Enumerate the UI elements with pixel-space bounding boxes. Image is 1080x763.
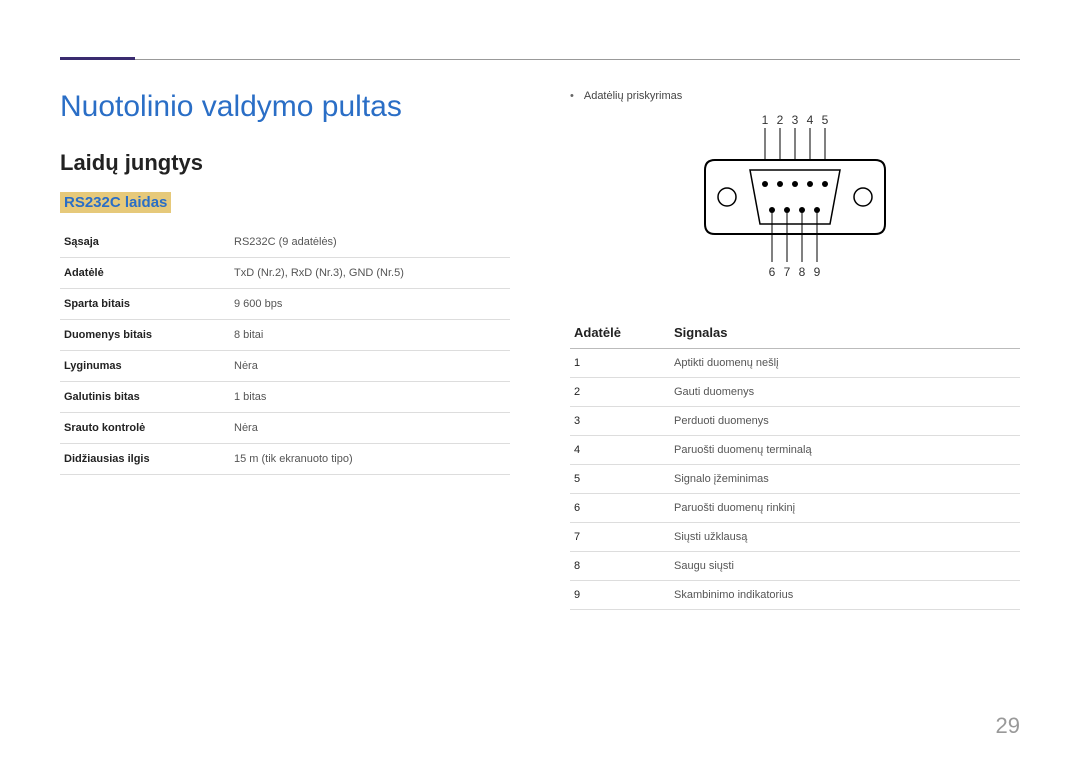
spec-row: Sparta bitais9 600 bps xyxy=(60,289,510,320)
page-title: Nuotolinio valdymo pultas xyxy=(60,90,510,124)
spec-label: Galutinis bitas xyxy=(60,382,230,413)
pin-row: 9Skambinimo indikatorius xyxy=(570,581,1020,610)
connector-diagram: 1 2 3 4 5 xyxy=(570,112,1020,287)
spec-value: 15 m (tik ekranuoto tipo) xyxy=(230,444,510,475)
pin-num-top: 3 xyxy=(792,113,799,127)
pin-num-top: 2 xyxy=(777,113,784,127)
pin-signal: Skambinimo indikatorius xyxy=(670,581,1020,610)
spec-label: Sparta bitais xyxy=(60,289,230,320)
assignment-label: Adatėlių priskyrimas xyxy=(570,90,1020,102)
pin-row: 7Siųsti užklausą xyxy=(570,523,1020,552)
subsection-title: RS232C laidas xyxy=(60,192,171,213)
pin-row: 4Paruošti duomenų terminalą xyxy=(570,436,1020,465)
spec-value: RS232C (9 adatėlės) xyxy=(230,227,510,258)
pin-num-top: 4 xyxy=(807,113,814,127)
pin-num-bottom: 9 xyxy=(814,265,821,279)
spec-row: Didžiausias ilgis15 m (tik ekranuoto tip… xyxy=(60,444,510,475)
pin-number: 8 xyxy=(570,552,670,581)
pin-signal: Saugu siųsti xyxy=(670,552,1020,581)
pin-signal: Siųsti užklausą xyxy=(670,523,1020,552)
header-rule xyxy=(60,40,1020,60)
pin-row: 3Perduoti duomenys xyxy=(570,407,1020,436)
spec-value: Nėra xyxy=(230,351,510,382)
pin-num-bottom: 6 xyxy=(769,265,776,279)
pin-number: 9 xyxy=(570,581,670,610)
left-column: Nuotolinio valdymo pultas Laidų jungtys … xyxy=(60,90,510,610)
pin-number: 7 xyxy=(570,523,670,552)
spec-label: Didžiausias ilgis xyxy=(60,444,230,475)
section-title: Laidų jungtys xyxy=(60,150,510,176)
pin-number: 3 xyxy=(570,407,670,436)
pin-num-top: 1 xyxy=(762,113,769,127)
pin-number: 6 xyxy=(570,494,670,523)
pin-signal: Aptikti duomenų nešlį xyxy=(670,349,1020,378)
pin-number: 5 xyxy=(570,465,670,494)
pin-table: Adatėlė Signalas 1Aptikti duomenų nešlį2… xyxy=(570,317,1020,610)
pin-row: 6Paruošti duomenų rinkinį xyxy=(570,494,1020,523)
spec-label: Lyginumas xyxy=(60,351,230,382)
pin-number: 4 xyxy=(570,436,670,465)
pin-signal: Paruošti duomenų terminalą xyxy=(670,436,1020,465)
right-column: Adatėlių priskyrimas 1 2 3 4 5 xyxy=(570,90,1020,610)
spec-row: LyginumasNėra xyxy=(60,351,510,382)
pin-row: 2Gauti duomenys xyxy=(570,378,1020,407)
pin-row: 1Aptikti duomenų nešlį xyxy=(570,349,1020,378)
spec-value: Nėra xyxy=(230,413,510,444)
spec-row: Duomenys bitais8 bitai xyxy=(60,320,510,351)
pin-signal: Gauti duomenys xyxy=(670,378,1020,407)
spec-table: SąsajaRS232C (9 adatėlės)AdatėlėTxD (Nr.… xyxy=(60,227,510,475)
pin-signal: Paruošti duomenų rinkinį xyxy=(670,494,1020,523)
spec-row: AdatėlėTxD (Nr.2), RxD (Nr.3), GND (Nr.5… xyxy=(60,258,510,289)
spec-label: Sąsaja xyxy=(60,227,230,258)
pin-num-bottom: 8 xyxy=(799,265,806,279)
spec-value: TxD (Nr.2), RxD (Nr.3), GND (Nr.5) xyxy=(230,258,510,289)
spec-row: Galutinis bitas1 bitas xyxy=(60,382,510,413)
pin-number: 1 xyxy=(570,349,670,378)
pin-row: 5Signalo įžeminimas xyxy=(570,465,1020,494)
spec-label: Srauto kontrolė xyxy=(60,413,230,444)
pin-num-top: 5 xyxy=(822,113,829,127)
spec-label: Adatėlė xyxy=(60,258,230,289)
spec-value: 8 bitai xyxy=(230,320,510,351)
pin-row: 8Saugu siųsti xyxy=(570,552,1020,581)
spec-value: 9 600 bps xyxy=(230,289,510,320)
spec-row: SąsajaRS232C (9 adatėlės) xyxy=(60,227,510,258)
pin-num-bottom: 7 xyxy=(784,265,791,279)
pin-header-col1: Adatėlė xyxy=(570,317,670,349)
spec-label: Duomenys bitais xyxy=(60,320,230,351)
pin-header-col2: Signalas xyxy=(670,317,1020,349)
pin-signal: Signalo įžeminimas xyxy=(670,465,1020,494)
pin-signal: Perduoti duomenys xyxy=(670,407,1020,436)
pin-number: 2 xyxy=(570,378,670,407)
spec-row: Srauto kontrolėNėra xyxy=(60,413,510,444)
page-number: 29 xyxy=(996,713,1020,739)
spec-value: 1 bitas xyxy=(230,382,510,413)
